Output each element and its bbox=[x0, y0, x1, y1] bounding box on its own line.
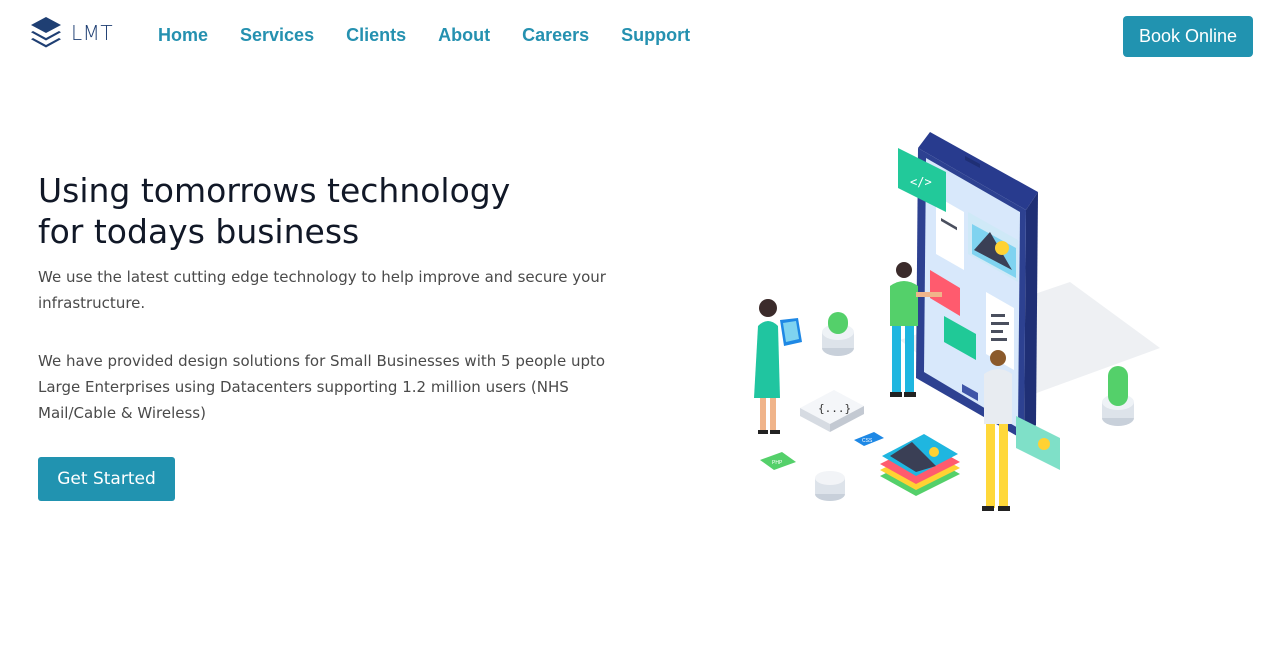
brand-logo-link[interactable]: LMT bbox=[29, 15, 113, 51]
css-tag-text: CSS bbox=[862, 438, 873, 444]
nav-link-services[interactable]: Services bbox=[240, 25, 314, 46]
braces-text: {...} bbox=[818, 402, 851, 415]
code-badge-text: </> bbox=[910, 175, 932, 189]
hero-title: Using tomorrows technology for todays bu… bbox=[38, 170, 598, 252]
image-stack-icon bbox=[880, 434, 960, 496]
nav-link-careers[interactable]: Careers bbox=[522, 25, 589, 46]
nav-link-clients[interactable]: Clients bbox=[346, 25, 406, 46]
hero-title-line-2: for todays business bbox=[38, 212, 360, 251]
woman-with-tablet-figure bbox=[754, 299, 802, 434]
nav-link-about[interactable]: About bbox=[438, 25, 490, 46]
gray-cylinder-icon bbox=[815, 471, 845, 501]
mobile-app-team-illustration: </> {...} CSS PHP bbox=[754, 132, 1160, 511]
php-tag-text: PHP bbox=[772, 460, 783, 466]
book-online-button[interactable]: Book Online bbox=[1123, 16, 1253, 57]
nav-link-support[interactable]: Support bbox=[621, 25, 690, 46]
green-cylinder-right-icon bbox=[1102, 366, 1134, 426]
php-tag-icon: PHP bbox=[760, 452, 796, 470]
main-nav: Home Services Clients About Careers Supp… bbox=[158, 25, 722, 46]
brand-name: LMT bbox=[71, 21, 114, 45]
hero-paragraph-2: We have provided design solutions for Sm… bbox=[38, 352, 606, 422]
css-tag-icon: CSS bbox=[854, 432, 884, 446]
navbar: LMT Home Services Clients About Careers … bbox=[0, 0, 1287, 72]
layers-logo-icon bbox=[31, 17, 61, 48]
green-cylinder-left-icon bbox=[822, 312, 854, 356]
hero-title-line-1: Using tomorrows technology bbox=[38, 171, 511, 210]
code-braces-block-icon: {...} bbox=[800, 390, 864, 432]
get-started-button[interactable]: Get Started bbox=[38, 457, 175, 501]
nav-link-home[interactable]: Home bbox=[158, 25, 208, 46]
hero-paragraph-1: We use the latest cutting edge technolog… bbox=[38, 268, 606, 312]
